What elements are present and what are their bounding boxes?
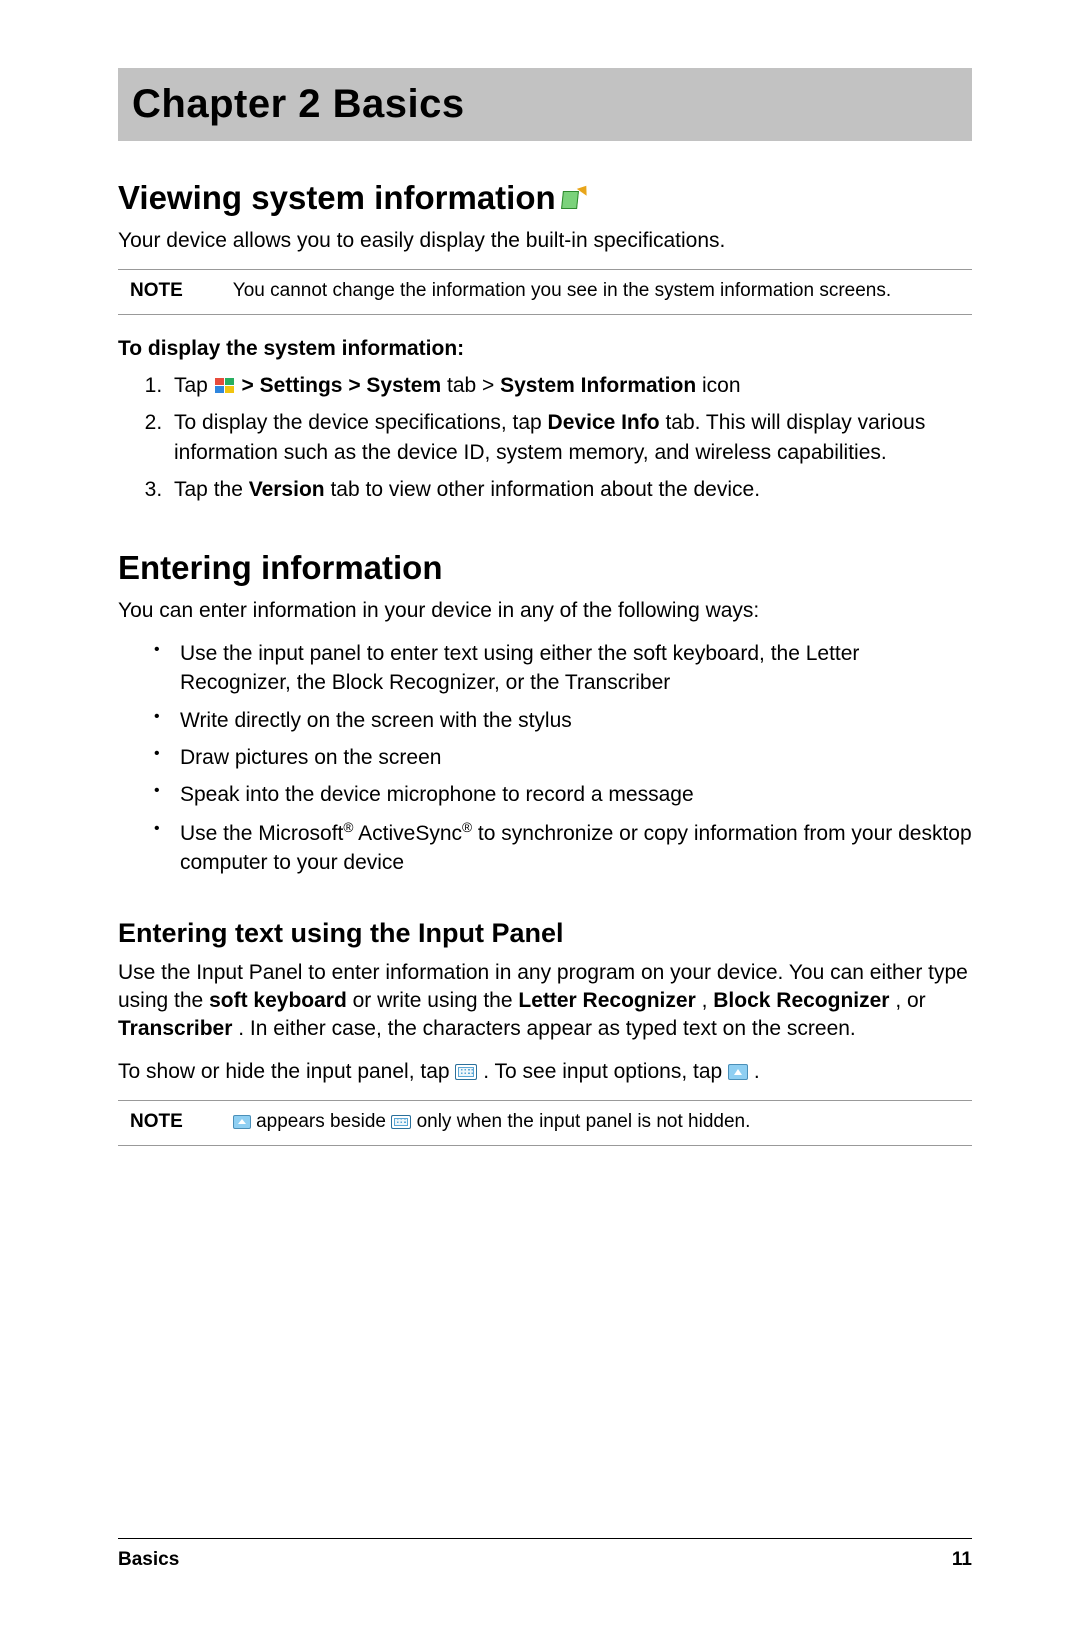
step-text: tab to view other information about the … <box>330 478 760 501</box>
viewing-intro: Your device allows you to easily display… <box>118 227 972 255</box>
section-heading-viewing: Viewing system information <box>118 179 972 217</box>
step-strong: Device Info <box>548 411 660 434</box>
step-strong: Version <box>249 478 325 501</box>
step-strong: > Settings > System <box>242 374 442 397</box>
subsection-heading-input-panel: Entering text using the Input Panel <box>118 918 972 949</box>
list-item: Speak into the device microphone to reco… <box>154 780 972 809</box>
section-heading-entering-text: Entering information <box>118 549 443 587</box>
note-label: NOTE <box>118 278 183 304</box>
registered-mark: ® <box>462 820 472 835</box>
list-item: Draw pictures on the screen <box>154 743 972 772</box>
entering-intro: You can enter information in your device… <box>118 597 972 625</box>
para-text: . <box>754 1060 760 1083</box>
input-panel-paragraph: Use the Input Panel to enter information… <box>118 959 972 1044</box>
section-heading-viewing-text: Viewing system information <box>118 179 556 217</box>
subheading-display-sysinfo: To display the system information: <box>118 337 972 361</box>
note-body: You cannot change the information you se… <box>233 278 972 304</box>
step-1: Tap > Settings > System tab > System Inf… <box>168 371 972 400</box>
footer-page-number: 11 <box>952 1549 972 1571</box>
para-strong: Block Recognizer <box>713 989 889 1012</box>
chapter-title: Chapter 2 Basics <box>118 68 972 141</box>
para-strong: Letter Recognizer <box>518 989 695 1012</box>
footer-section: Basics <box>118 1549 179 1571</box>
system-info-icon <box>562 185 590 211</box>
note-body: appears beside only when the input panel… <box>233 1109 972 1135</box>
para-text: To show or hide the input panel, tap <box>118 1060 455 1083</box>
list-item: Use the input panel to enter text using … <box>154 639 972 698</box>
step-text: icon <box>702 374 741 397</box>
bullet-text: ActiveSync <box>358 822 462 845</box>
para-strong: Transcriber <box>118 1017 232 1040</box>
step-text: Tap the <box>174 478 249 501</box>
para-text: , or <box>895 989 925 1012</box>
para-strong: soft keyboard <box>209 989 347 1012</box>
step-strong: System Information <box>500 374 696 397</box>
step-text: Tap <box>174 374 214 397</box>
step-3: Tap the Version tab to view other inform… <box>168 475 972 504</box>
windows-flag-icon <box>214 377 236 395</box>
para-text: , <box>702 989 714 1012</box>
registered-mark: ® <box>343 820 353 835</box>
page-footer: Basics 11 <box>118 1538 972 1571</box>
arrow-up-icon <box>233 1115 251 1129</box>
para-text: . To see input options, tap <box>483 1060 728 1083</box>
para-text: . In either case, the characters appear … <box>238 1017 856 1040</box>
keyboard-icon <box>455 1064 477 1080</box>
list-item: Use the Microsoft® ActiveSync® to synchr… <box>154 818 972 878</box>
step-text: To display the device specifications, ta… <box>174 411 548 434</box>
step-text: tab > <box>447 374 500 397</box>
note-box-1: NOTE You cannot change the information y… <box>118 269 972 315</box>
arrow-up-icon <box>728 1064 748 1080</box>
note-text: appears beside <box>256 1111 391 1132</box>
show-hide-paragraph: To show or hide the input panel, tap . T… <box>118 1058 972 1086</box>
bullets-list: Use the input panel to enter text using … <box>118 639 972 878</box>
note-text: only when the input panel is not hidden. <box>417 1111 751 1132</box>
document-page: Chapter 2 Basics Viewing system informat… <box>0 0 1080 1627</box>
note-box-2: NOTE appears beside only when the input … <box>118 1100 972 1146</box>
step-2: To display the device specifications, ta… <box>168 408 972 467</box>
bullet-text: Use the Microsoft <box>180 822 343 845</box>
section-heading-entering: Entering information <box>118 549 972 587</box>
steps-list: Tap > Settings > System tab > System Inf… <box>118 371 972 505</box>
note-label: NOTE <box>118 1109 183 1135</box>
keyboard-icon <box>391 1115 411 1129</box>
list-item: Write directly on the screen with the st… <box>154 706 972 735</box>
para-text: or write using the <box>353 989 519 1012</box>
